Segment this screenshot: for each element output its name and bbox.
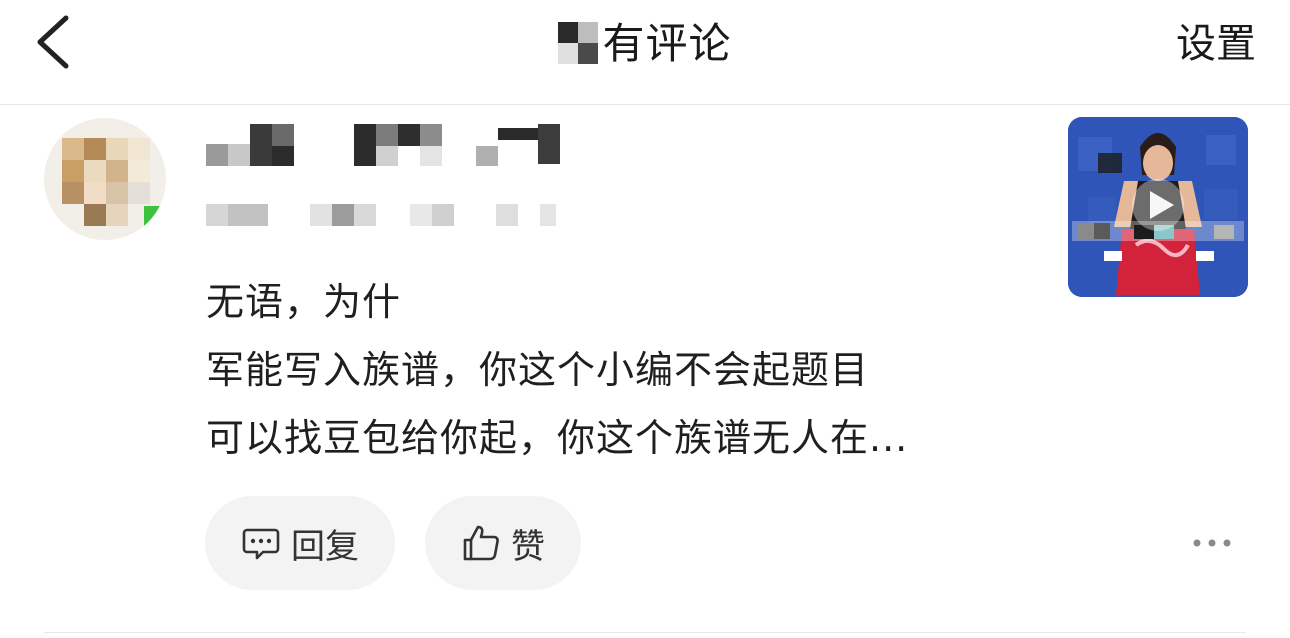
- like-label: 赞: [511, 526, 545, 567]
- video-thumbnail-image: [1068, 117, 1248, 297]
- chat-bubble-icon: [242, 528, 280, 560]
- page-title: 有评论: [0, 18, 1290, 70]
- more-options-button[interactable]: [1190, 530, 1234, 556]
- comment-line-3: 可以找豆包给你起，你这个族谱无人在...: [206, 416, 909, 460]
- like-button[interactable]: 赞: [425, 496, 581, 590]
- thumbs-up-icon: [463, 525, 499, 561]
- comment-text[interactable]: 无语，为什 军能写入族谱，你这个小编不会起题目 可以找豆包给你起，你这个族谱无人…: [206, 268, 1016, 472]
- settings-button[interactable]: 设置: [1176, 18, 1256, 70]
- avatar[interactable]: [44, 118, 166, 240]
- reply-button[interactable]: 回复: [205, 496, 395, 590]
- page-title-text: 有评论: [602, 19, 732, 68]
- avatar-redaction-mosaic: [44, 118, 166, 240]
- title-redaction-mosaic: [558, 22, 599, 64]
- more-dots-icon: [1193, 539, 1231, 547]
- top-navigation-bar: 有评论 设置: [0, 0, 1290, 105]
- comment-divider: [44, 632, 1246, 633]
- username-redaction-mosaic: [206, 124, 582, 168]
- reply-label: 回复: [291, 526, 359, 567]
- comment-meta-redaction-mosaic: [206, 204, 556, 226]
- video-thumbnail[interactable]: [1068, 117, 1248, 297]
- comment-line-1: 无语，为什: [206, 280, 402, 324]
- comment-line-2: 军能写入族谱，你这个小编不会起题目: [206, 348, 870, 392]
